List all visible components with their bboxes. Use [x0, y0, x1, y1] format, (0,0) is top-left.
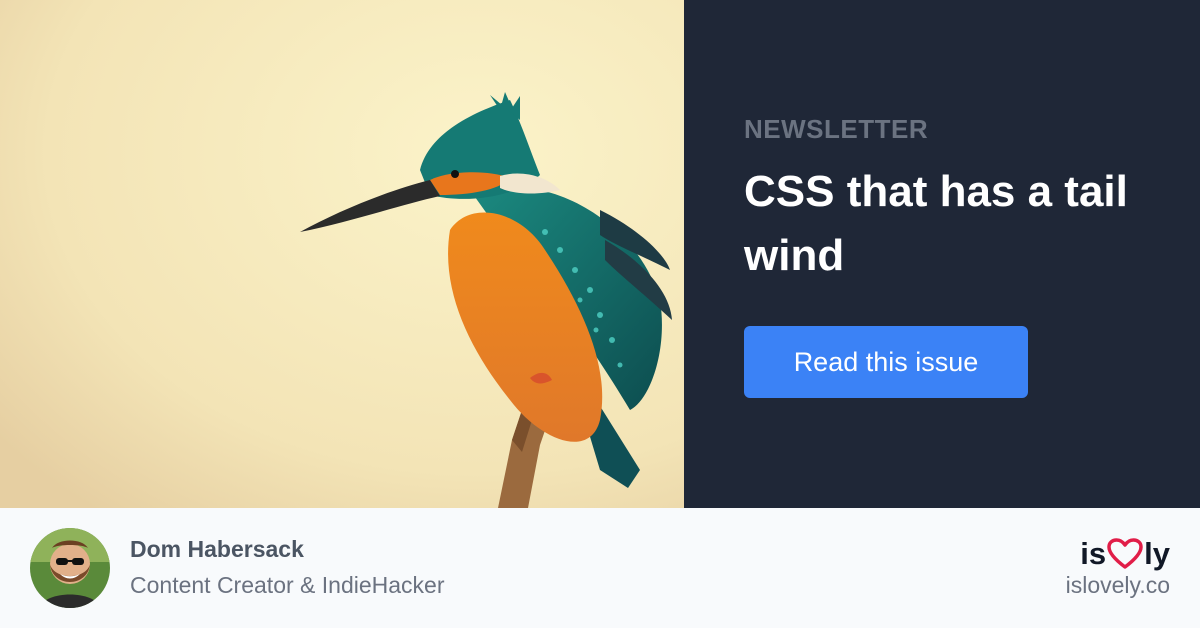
- brand-logo[interactable]: is ly: [1080, 534, 1170, 574]
- article-title: CSS that has a tail wind: [744, 167, 1128, 280]
- content-panel: NEWSLETTER CSS that has a tail wind Read…: [684, 0, 1200, 508]
- author-name: Dom Habersack: [130, 536, 304, 562]
- author-role: Content Creator & IndieHacker: [130, 572, 445, 598]
- avatar: [30, 528, 110, 608]
- site-url[interactable]: islovely.co: [1066, 572, 1170, 599]
- hero-image: [0, 0, 684, 508]
- share-card: NEWSLETTER CSS that has a tail wind Read…: [0, 0, 1200, 628]
- logo-prefix: is: [1080, 536, 1107, 571]
- footer: Dom Habersack Content Creator & IndieHac…: [0, 508, 1200, 628]
- category-label: NEWSLETTER: [744, 114, 929, 144]
- heart-icon: [1107, 538, 1143, 569]
- read-issue-button[interactable]: Read this issue: [744, 326, 1028, 398]
- kingfisher-illustration: [0, 0, 684, 508]
- logo-suffix: ly: [1144, 536, 1170, 571]
